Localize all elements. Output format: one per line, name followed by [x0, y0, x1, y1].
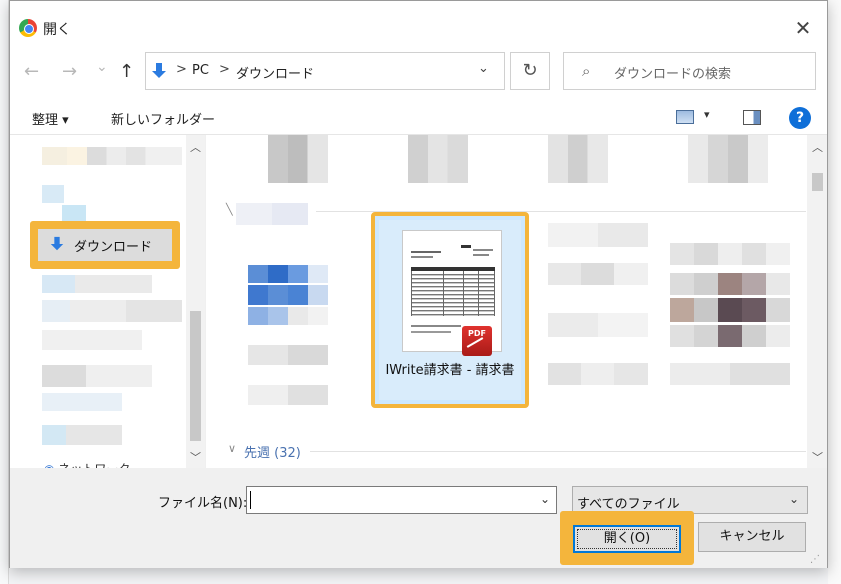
blurred-nav-item	[42, 330, 142, 350]
download-arrow-icon	[152, 63, 166, 78]
new-folder-button[interactable]: 新しいフォルダー	[111, 109, 215, 128]
download-arrow-icon	[50, 236, 64, 251]
file-thumbnail[interactable]	[408, 135, 468, 183]
change-view-icon[interactable]	[676, 110, 694, 124]
scroll-up-icon[interactable]: ︿	[812, 139, 823, 155]
up-arrow-icon[interactable]: ↑	[119, 61, 134, 82]
background-right-strip	[828, 0, 841, 584]
breadcrumb-separator[interactable]: >	[176, 62, 187, 77]
sidebar-item-label: ダウンロード	[74, 240, 153, 255]
preview-pane-icon[interactable]	[743, 110, 761, 125]
blurred-group-label	[236, 203, 308, 225]
open-file-dialog: 開く ✕ ← → ⌄ ↑ > PC > ダウンロード ⌄ ↻ ⌕ ダウンロードの…	[9, 0, 828, 568]
background-left-strip	[0, 0, 9, 584]
file-thumbnail[interactable]	[248, 245, 328, 435]
scroll-down-icon[interactable]: ﹀	[812, 449, 823, 465]
refresh-button[interactable]: ↻	[510, 52, 550, 90]
downloads-highlight: ダウンロード	[30, 221, 180, 269]
breadcrumb-downloads[interactable]: ダウンロード	[236, 63, 314, 82]
blurred-nav-item	[42, 365, 152, 387]
file-item-iwrite-invoice[interactable]: PDF IWrite請求書 - 請求書	[379, 220, 521, 400]
open-button[interactable]: 開く(O)	[573, 525, 681, 553]
blurred-nav-item	[42, 393, 122, 411]
file-name-label: IWrite請求書 - 請求書	[385, 363, 515, 378]
dialog-footer: ファイル名(N): ⌄ すべてのファイル ⌄ 開く(O) キャンセル ⋰	[10, 468, 827, 568]
cancel-button[interactable]: キャンセル	[698, 522, 806, 552]
file-type-filter-select[interactable]: すべてのファイル ⌄	[572, 486, 808, 514]
address-bar[interactable]: > PC > ダウンロード ⌄	[145, 52, 505, 90]
search-input[interactable]: ダウンロードの検索	[614, 63, 731, 82]
breadcrumb-pc[interactable]: PC	[192, 63, 209, 78]
address-dropdown-chevron-icon[interactable]: ⌄	[478, 61, 489, 76]
navigation-row: ← → ⌄ ↑ > PC > ダウンロード ⌄ ↻ ⌕ ダウンロードの検索	[10, 41, 827, 101]
recent-locations-chevron-icon[interactable]: ⌄	[96, 59, 108, 75]
search-box[interactable]: ⌕ ダウンロードの検索	[563, 52, 816, 90]
file-thumbnail[interactable]	[268, 135, 328, 183]
navigation-pane: ダウンロード ◉ ネットワーク ︿ ﹀	[10, 135, 205, 476]
blurred-nav-item	[42, 425, 122, 445]
back-arrow-icon[interactable]: ←	[24, 61, 39, 82]
navigation-scrollbar[interactable]: ︿ ﹀	[186, 135, 205, 468]
file-thumbnail[interactable]	[548, 135, 608, 183]
group-header-last-week[interactable]: 先週 (32)	[244, 442, 301, 461]
search-icon: ⌕	[582, 62, 591, 80]
file-thumbnail[interactable]	[688, 135, 768, 183]
close-button[interactable]: ✕	[790, 15, 816, 41]
command-toolbar: 整理 ▾ 新しいフォルダー ▾ ?	[10, 101, 827, 135]
help-icon[interactable]: ?	[789, 107, 811, 129]
pdf-app-icon: PDF	[462, 326, 492, 356]
blurred-nav-item	[42, 147, 182, 165]
group-collapse-chevron-icon[interactable]: ∨	[228, 442, 236, 455]
chrome-app-icon	[19, 19, 37, 37]
file-thumbnail[interactable]	[670, 243, 790, 413]
filename-label: ファイル名(N):	[158, 496, 248, 511]
scroll-down-icon[interactable]: ﹀	[190, 449, 201, 465]
group-divider	[310, 451, 806, 452]
file-list-scrollbar[interactable]: ︿ ﹀	[807, 135, 827, 468]
blurred-nav-item	[42, 275, 152, 293]
blurred-nav-item	[42, 185, 64, 203]
file-thumbnail[interactable]	[548, 223, 648, 423]
file-list-area: ╲ PDF IWrite請求書 - 請求書 ∨ 先週 (32)	[206, 135, 809, 468]
scroll-up-icon[interactable]: ︿	[190, 139, 201, 155]
breadcrumb-separator[interactable]: >	[219, 62, 230, 77]
filename-input[interactable]: ⌄	[246, 486, 557, 514]
forward-arrow-icon[interactable]: →	[62, 61, 77, 82]
filename-dropdown-chevron-icon[interactable]: ⌄	[540, 492, 550, 506]
file-type-filter-value: すべてのファイル	[577, 497, 680, 512]
text-caret	[250, 491, 251, 509]
sidebar-item-downloads[interactable]: ダウンロード	[38, 229, 172, 261]
title-bar: 開く ✕	[10, 1, 827, 41]
group-collapse-chevron-icon[interactable]: ╲	[226, 203, 233, 216]
view-options-chevron-icon[interactable]: ▾	[704, 108, 710, 121]
organize-button[interactable]: 整理 ▾	[32, 109, 69, 128]
open-button-highlight: 開く(O)	[560, 511, 694, 565]
resize-grip-icon[interactable]: ⋰	[810, 554, 820, 565]
filter-dropdown-chevron-icon[interactable]: ⌄	[789, 492, 799, 506]
scroll-thumb[interactable]	[812, 173, 823, 191]
selected-file-highlight: PDF IWrite請求書 - 請求書	[371, 212, 529, 408]
blurred-nav-item	[42, 300, 182, 322]
dialog-title: 開く	[43, 22, 71, 38]
scroll-thumb[interactable]	[190, 311, 201, 441]
